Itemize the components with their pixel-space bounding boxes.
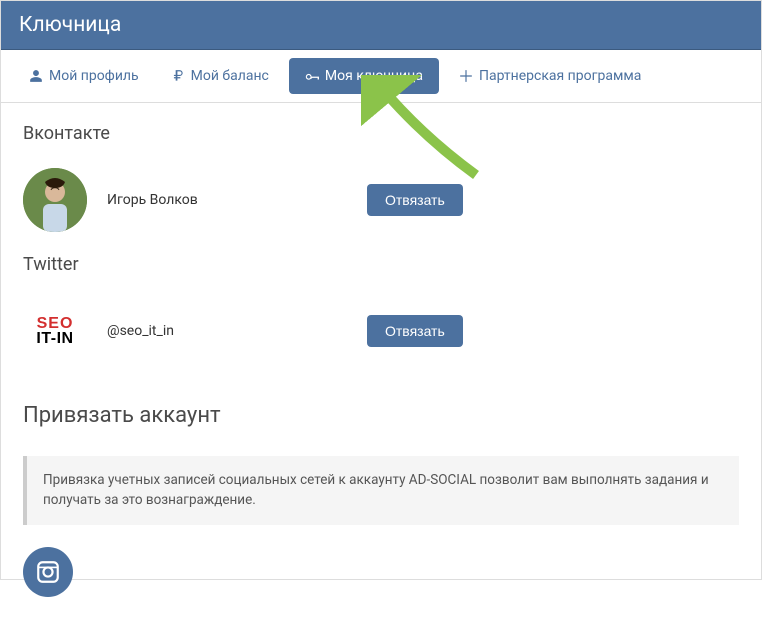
tab-label: Партнерская программа <box>479 68 641 84</box>
tab-label: Мой баланс <box>191 68 269 84</box>
user-icon <box>29 69 43 83</box>
nav-tabs: Мой профиль Мой баланс Моя ключница Парт… <box>1 50 761 103</box>
twitter-account-row: SEO IT-IN @seo_it_in Отвязать <box>23 287 739 385</box>
tab-label: Мой профиль <box>49 68 139 84</box>
twitter-section: Twitter SEO IT-IN @seo_it_in Отвязать <box>23 254 739 385</box>
tab-keyring[interactable]: Моя ключница <box>289 58 439 94</box>
vk-title: Вконтакте <box>23 123 739 144</box>
plus-icon <box>459 69 473 83</box>
content-area: Вконтакте Игорь Волков Отвязать Twitter … <box>1 103 761 617</box>
link-account-title: Привязать аккаунт <box>23 403 739 428</box>
logo-text-top: SEO <box>37 316 74 331</box>
vk-account-name: Игорь Волков <box>107 192 347 208</box>
instagram-button[interactable] <box>23 547 73 597</box>
page-title: Ключница <box>19 13 121 37</box>
twitter-avatar: SEO IT-IN <box>23 299 87 363</box>
key-icon <box>305 69 319 83</box>
instagram-icon <box>35 559 61 585</box>
page-header: Ключница <box>1 1 761 50</box>
tab-label: Моя ключница <box>325 68 423 84</box>
vk-section: Вконтакте Игорь Волков Отвязать <box>23 123 739 254</box>
twitter-unlink-button[interactable]: Отвязать <box>367 315 463 347</box>
tab-balance[interactable]: Мой баланс <box>155 54 285 98</box>
tab-partner[interactable]: Партнерская программа <box>443 54 657 98</box>
logo-text-bottom: IT-IN <box>36 331 73 346</box>
info-box: Привязка учетных записей социальных сете… <box>23 456 739 525</box>
avatar <box>23 168 87 232</box>
vk-unlink-button[interactable]: Отвязать <box>367 184 463 216</box>
ruble-icon <box>171 69 185 83</box>
twitter-account-name: @seo_it_in <box>107 323 347 339</box>
vk-account-row: Игорь Волков Отвязать <box>23 156 739 254</box>
tab-profile[interactable]: Мой профиль <box>13 54 155 98</box>
twitter-title: Twitter <box>23 254 739 275</box>
